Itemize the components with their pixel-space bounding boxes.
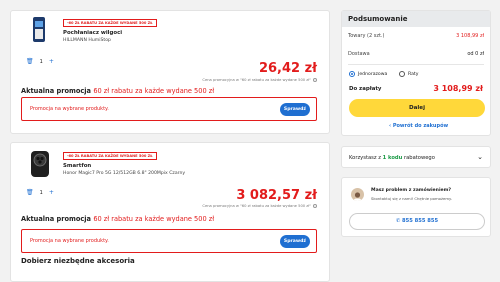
promo-box-1: Promocja na wybrane produkty. Sprawdź <box>21 97 317 121</box>
promo-title-highlight-2: 60 zł rabatu za każde wydane 500 zł <box>93 215 215 223</box>
product-subtitle-1[interactable]: HILLMANN HumiStop <box>63 38 111 43</box>
back-to-shopping-link[interactable]: ‹ Powrót do zakupów <box>389 123 448 129</box>
promo-box-text-1: Promocja na wybrane produkty. <box>30 106 109 112</box>
phone-button[interactable]: ✆ 855 855 855 <box>349 213 485 230</box>
back-link-label: Powrót do zakupów <box>392 123 449 129</box>
price-1: 26,42 zł <box>258 61 317 76</box>
promo-badge-1: -60 ZŁ RABATU ZA KAŻDE WYDANE 500 ZŁ <box>63 19 157 27</box>
promo-title-highlight-1: 60 zł rabatu za każde wydane 500 zł <box>93 87 215 95</box>
promo-badge-2: -60 ZŁ RABATU ZA KAŻDE WYDANE 500 ZŁ <box>63 152 157 160</box>
goods-value: 3 108,99 zł <box>456 33 484 39</box>
next-button[interactable]: Dalej <box>349 99 485 117</box>
payment-option-label-1: Jednorazowa <box>358 71 388 77</box>
summary-card: Podsumowanie Towary (2 szt.) 3 108,99 zł… <box>341 10 491 136</box>
product-name-1[interactable]: Pochłaniacz wilgoci <box>63 30 122 36</box>
quantity-control-2: 🗑 1 + <box>26 189 54 196</box>
price-note-2: Cena promocyjna w "60 zł rabatu za każde… <box>202 204 317 208</box>
price-note-text-2: Cena promocyjna w "60 zł rabatu za każde… <box>202 204 311 208</box>
person-icon <box>353 192 362 201</box>
promo-box-2: Promocja na wybrane produkty. Sprawdź <box>21 229 317 253</box>
check-promo-button-1[interactable]: Sprawdź <box>280 103 310 116</box>
price-2: 3 082,57 zł <box>236 188 317 203</box>
payment-option-one-time[interactable]: Jednorazowa <box>349 71 387 77</box>
divider <box>348 64 484 65</box>
discount-code-text: Korzystasz z 1 kodu rabatowego <box>349 155 435 161</box>
humistop-image <box>33 17 45 42</box>
product-image-2[interactable] <box>28 150 52 178</box>
quantity-control-1: 🗑 1 + <box>26 58 54 65</box>
promo-title-prefix-2: Aktualna promocja <box>21 215 92 223</box>
goods-label: Towary (2 szt.) <box>348 33 385 39</box>
price-note-1: Cena promocyjna w "60 zł rabatu za każde… <box>202 78 317 82</box>
plus-icon[interactable]: + <box>49 58 54 65</box>
code-count: 1 kodu <box>382 155 403 161</box>
phone-number: 855 855 855 <box>402 218 439 224</box>
delivery-value: od 0 zł <box>467 51 484 57</box>
payment-option-installments[interactable]: Raty <box>399 71 418 77</box>
total-label: Do zapłaty <box>349 86 382 92</box>
consultant-avatar <box>351 188 364 201</box>
product-image-1[interactable] <box>30 15 48 45</box>
info-icon[interactable] <box>313 204 317 208</box>
smartphone-image <box>31 151 49 177</box>
total-value: 3 108,99 zł <box>433 84 483 93</box>
product-subtitle-2[interactable]: Honor Magic7 Pro 5G 12/512GB 6.8" 200Mpi… <box>63 171 185 176</box>
trash-icon[interactable]: 🗑 <box>26 58 34 65</box>
accessories-title: Dobierz niezbędne akcesoria <box>21 257 135 265</box>
help-card: Masz problem z zamówieniem? Skontaktuj s… <box>341 177 491 237</box>
promo-title-2: Aktualna promocja 60 zł rabatu za każde … <box>21 215 214 223</box>
quantity-value-1[interactable]: 1 <box>40 59 43 65</box>
check-promo-button-2[interactable]: Sprawdź <box>280 235 310 248</box>
help-title: Masz problem z zamówieniem? <box>371 188 452 193</box>
payment-option-label-2: Raty <box>408 71 419 77</box>
goods-row: Towary (2 szt.) 3 108,99 zł <box>348 33 484 39</box>
promo-box-text-2: Promocja na wybrane produkty. <box>30 238 109 244</box>
delivery-label: Dostawa <box>348 51 370 57</box>
product-name-2[interactable]: Smartfon <box>63 163 91 169</box>
help-subtitle: Skontaktuj się z nami! Chętnie pomożemy. <box>371 196 452 201</box>
radio-selected-icon <box>349 71 355 77</box>
quantity-value-2[interactable]: 1 <box>40 190 43 196</box>
radio-icon <box>399 71 405 77</box>
code-suffix: rabatowego <box>403 155 435 161</box>
plus-icon[interactable]: + <box>49 189 54 196</box>
summary-title: Podsumowanie <box>342 11 490 27</box>
promo-title-1: Aktualna promocja 60 zł rabatu za każde … <box>21 87 214 95</box>
promo-title-prefix-1: Aktualna promocja <box>21 87 92 95</box>
discount-code-card[interactable]: Korzystasz z 1 kodu rabatowego ⌄ <box>341 146 491 168</box>
cart-item-card-2: -60 ZŁ RABATU ZA KAŻDE WYDANE 500 ZŁ Sma… <box>10 142 330 282</box>
code-prefix: Korzystasz z <box>349 155 381 161</box>
trash-icon[interactable]: 🗑 <box>26 189 34 196</box>
delivery-row: Dostawa od 0 zł <box>348 51 484 57</box>
chevron-down-icon[interactable]: ⌄ <box>477 153 483 161</box>
info-icon[interactable] <box>313 78 317 82</box>
price-note-text-1: Cena promocyjna w "60 zł rabatu za każde… <box>202 78 311 82</box>
cart-item-card-1: -60 ZŁ RABATU ZA KAŻDE WYDANE 500 ZŁ Poc… <box>10 10 330 134</box>
